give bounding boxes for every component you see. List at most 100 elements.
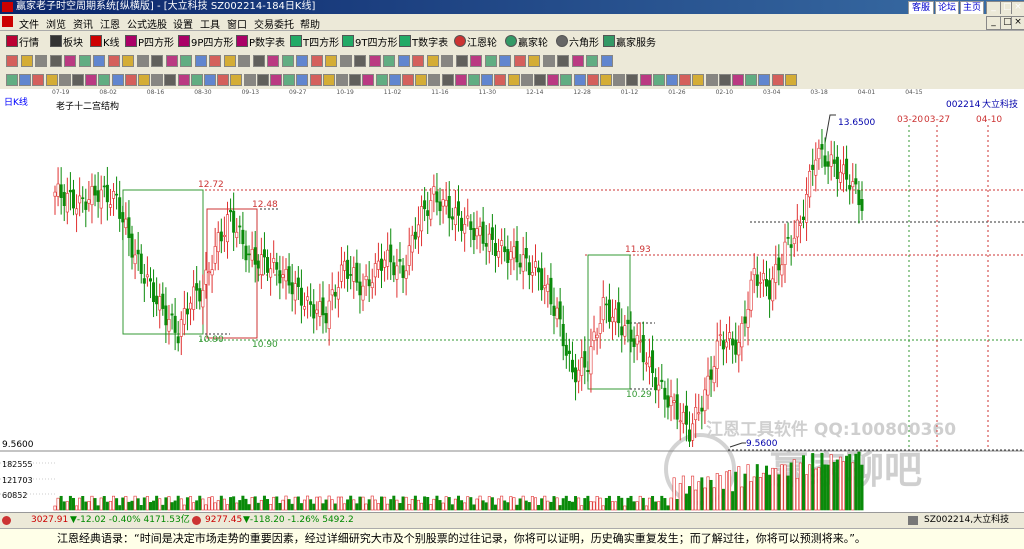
drawing-tool-icon[interactable] [639,74,652,86]
drawing-tool-icon[interactable] [6,74,18,86]
drawing-tool-icon[interactable] [354,55,366,67]
drawing-tool-icon[interactable] [397,55,410,67]
drawing-tool-icon[interactable] [35,55,47,67]
child-minimize-button[interactable]: _ [986,16,1001,30]
drawing-tool-icon[interactable] [267,55,279,67]
drawing-tool-icon[interactable] [600,74,612,86]
menu-help[interactable]: 帮助 [300,16,320,31]
drawing-tool-icon[interactable] [336,74,348,86]
drawing-tool-icon[interactable] [6,55,18,67]
drawing-tool-icon[interactable] [310,55,323,67]
drawing-tool-icon[interactable] [238,55,250,67]
drawing-tool-icon[interactable] [223,55,236,67]
drawing-tool-icon[interactable] [98,74,111,86]
menu-settings[interactable]: 设置 [173,16,193,31]
drawing-tool-icon[interactable] [613,74,626,86]
drawing-tool-icon[interactable] [732,74,744,86]
t-square-tool[interactable]: T四方形 [290,34,339,49]
drawing-tool-icon[interactable] [542,55,555,67]
hexagon-tool[interactable]: 六角形 [556,34,599,49]
drawing-tool-icon[interactable] [415,74,428,86]
drawing-tool-icon[interactable] [771,74,784,86]
drawing-tool-icon[interactable] [136,55,149,67]
drawing-tool-icon[interactable] [484,55,497,67]
drawing-tool-icon[interactable] [349,74,362,86]
drawing-tool-icon[interactable] [151,74,164,86]
drawing-tool-icon[interactable] [296,74,309,86]
drawing-tool-icon[interactable] [652,74,665,86]
drawing-tool-icon[interactable] [412,55,424,67]
drawing-tool-icon[interactable] [383,55,395,67]
service-button[interactable]: 客服 [908,1,934,15]
drawing-tool-icon[interactable] [138,74,150,86]
drawing-tool-icon[interactable] [270,74,282,86]
drawing-tool-icon[interactable] [586,55,598,67]
drawing-tool-icon[interactable] [547,74,560,86]
drawing-tool-icon[interactable] [402,74,414,86]
drawing-tool-icon[interactable] [666,74,678,86]
drawing-tool-icon[interactable] [72,74,84,86]
drawing-tool-icon[interactable] [194,55,207,67]
drawing-tool-icon[interactable] [339,55,352,67]
drawing-tool-icon[interactable] [468,74,480,86]
drawing-tool-icon[interactable] [252,55,265,67]
drawing-tool-icon[interactable] [107,55,120,67]
drawing-tool-icon[interactable] [93,55,105,67]
app-menu-icon[interactable] [2,16,13,27]
drawing-tool-icon[interactable] [571,55,584,67]
drawing-tool-icon[interactable] [45,74,58,86]
drawing-tool-icon[interactable] [441,55,453,67]
homepage-button[interactable]: 主页 [960,1,984,15]
drawing-tool-icon[interactable] [58,74,71,86]
menu-browse[interactable]: 浏览 [46,16,66,31]
menu-trade[interactable]: 交易委托 [254,16,294,31]
drawing-tool-icon[interactable] [573,74,586,86]
drawing-tool-icon[interactable] [705,74,718,86]
drawing-tool-icon[interactable] [718,74,731,86]
drawing-tool-icon[interactable] [513,55,526,67]
drawing-tool-icon[interactable] [560,74,573,86]
drawing-tool-icon[interactable] [470,55,482,67]
drawing-tool-icon[interactable] [494,74,507,86]
minimize-button[interactable]: _ [986,1,1001,15]
drawing-tool-icon[interactable] [679,74,692,86]
child-close-button[interactable]: × [1011,16,1024,30]
drawing-tool-icon[interactable] [230,74,243,86]
drawing-tool-icon[interactable] [165,55,178,67]
t-number-table-tool[interactable]: T数字表 [399,34,448,49]
drawing-tool-icon[interactable] [151,55,163,67]
drawing-tool-icon[interactable] [499,55,511,67]
drawing-tool-icon[interactable] [362,74,375,86]
drawing-tool-icon[interactable] [309,74,322,86]
drawing-tool-icon[interactable] [322,74,335,86]
drawing-tool-icon[interactable] [586,74,599,86]
drawing-tool-icon[interactable] [784,74,797,86]
menu-file[interactable]: 文件 [19,16,39,31]
p-number-table-tool[interactable]: P数字表 [236,34,285,49]
drawing-tool-icon[interactable] [124,74,137,86]
drawing-tool-icon[interactable] [122,55,134,67]
kline-tool[interactable]: K线 [90,34,120,49]
winner-service-tool[interactable]: 赢家服务 [603,34,656,49]
menu-formula[interactable]: 公式选股 [127,16,167,31]
drawing-tool-icon[interactable] [190,74,203,86]
drawing-tool-icon[interactable] [626,74,639,86]
gann-wheel-tool[interactable]: 江恩轮 [454,34,497,49]
menu-window[interactable]: 窗口 [227,16,247,31]
winner-wheel-tool[interactable]: 赢家轮 [505,34,548,49]
drawing-tool-icon[interactable] [20,55,33,67]
drawing-tool-icon[interactable] [217,74,230,86]
drawing-tool-icon[interactable] [283,74,296,86]
drawing-tool-icon[interactable] [281,55,294,67]
menu-gann[interactable]: 江恩 [100,16,120,31]
9t-square-tool[interactable]: 9T四方形 [342,34,397,49]
drawing-tool-icon[interactable] [758,74,771,86]
9p-square-tool[interactable]: 9P四方形 [178,34,233,49]
drawing-tool-icon[interactable] [481,74,494,86]
drawing-tool-icon[interactable] [180,55,192,67]
drawing-tool-icon[interactable] [177,74,190,86]
drawing-tool-icon[interactable] [368,55,381,67]
drawing-tool-icon[interactable] [426,55,439,67]
drawing-tool-icon[interactable] [455,55,468,67]
drawing-tool-icon[interactable] [78,55,91,67]
